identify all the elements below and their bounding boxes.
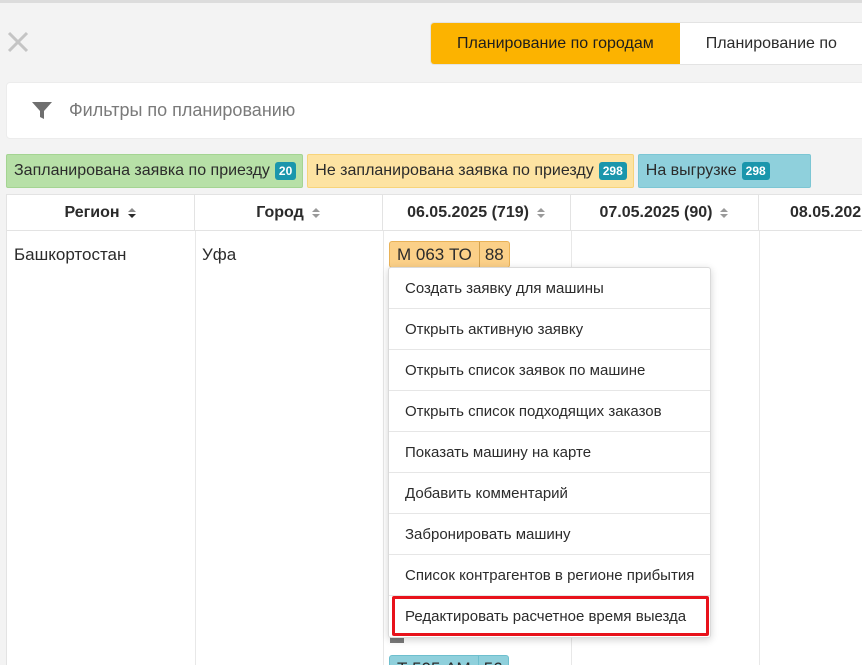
vehicle-tag[interactable]: Т 505 АМ 56 xyxy=(389,655,509,665)
city-cell: Уфа xyxy=(202,245,237,264)
legend-unloading-label: На выгрузке xyxy=(645,162,737,179)
filter-label: Фильтры по планированию xyxy=(69,100,296,120)
menu-item-contractors-list[interactable]: Список контрагентов в регионе прибытия xyxy=(389,555,710,596)
legend-unloading[interactable]: На выгрузке 298 xyxy=(637,154,811,188)
legend-not-planned-label: Не запланирована заявка по приезду xyxy=(315,162,594,179)
vehicle-plate: Т 505 АМ xyxy=(390,656,479,665)
menu-item-open-matching-orders[interactable]: Открыть список подходящих заказов xyxy=(389,391,710,432)
planning-tabs: Планирование по городам Планирование по xyxy=(430,22,862,65)
sort-icon[interactable] xyxy=(536,207,546,219)
menu-item-open-vehicle-requests[interactable]: Открыть список заявок по машине xyxy=(389,350,710,391)
status-legend: Запланирована заявка по приезду 20 Не за… xyxy=(6,154,811,188)
legend-not-planned-count: 298 xyxy=(598,162,627,180)
column-header-date-3[interactable]: 08.05.202 xyxy=(759,195,862,231)
column-header-date-2-label: 07.05.2025 (90) xyxy=(599,204,713,221)
column-divider xyxy=(759,231,760,665)
menu-item-add-comment[interactable]: Добавить комментарий xyxy=(389,473,710,514)
sort-icon[interactable] xyxy=(719,207,729,219)
vehicle-context-menu: Создать заявку для машины Открыть активн… xyxy=(388,267,711,638)
column-divider xyxy=(195,231,196,665)
legend-unloading-count: 298 xyxy=(741,162,770,180)
menu-item-show-on-map[interactable]: Показать машину на карте xyxy=(389,432,710,473)
column-header-region[interactable]: Регион xyxy=(7,195,195,231)
vehicle-number: 56 xyxy=(479,656,508,665)
legend-planned[interactable]: Запланирована заявка по приезду 20 xyxy=(6,154,304,188)
column-divider xyxy=(383,231,384,665)
column-header-city[interactable]: Город xyxy=(195,195,383,231)
column-header-date-1-label: 06.05.2025 (719) xyxy=(407,204,529,221)
top-border xyxy=(0,0,862,3)
legend-planned-label: Запланирована заявка по приезду xyxy=(14,162,270,179)
vehicle-number: 88 xyxy=(484,244,504,264)
region-cell: Башкортостан xyxy=(14,245,127,264)
column-header-region-label: Регион xyxy=(64,204,120,221)
filter-bar[interactable]: Фильтры по планированию xyxy=(6,82,862,139)
menu-item-edit-departure-time[interactable]: Редактировать расчетное время выезда xyxy=(389,596,710,637)
column-header-city-label: Город xyxy=(256,204,304,221)
vehicle-plate: М 063 ТО xyxy=(390,242,480,267)
menu-item-open-active-request[interactable]: Открыть активную заявку xyxy=(389,309,710,350)
vehicle-tag[interactable]: М 063 ТО 88 xyxy=(389,241,510,268)
filter-icon xyxy=(31,100,53,122)
sort-icon[interactable] xyxy=(311,207,321,219)
column-header-date-3-label: 08.05.202 xyxy=(790,204,862,221)
column-header-date-2[interactable]: 07.05.2025 (90) xyxy=(571,195,759,231)
legend-planned-count: 20 xyxy=(274,162,297,180)
menu-item-create-request[interactable]: Создать заявку для машины xyxy=(389,268,710,309)
sort-icon[interactable] xyxy=(127,207,137,219)
table-header: Регион Город 06.05.2025 (719) 07.05.2025… xyxy=(7,195,862,231)
menu-item-book-vehicle[interactable]: Забронировать машину xyxy=(389,514,710,555)
tab-other[interactable]: Планирование по xyxy=(680,23,862,64)
legend-not-planned[interactable]: Не запланирована заявка по приезду 298 xyxy=(307,154,634,188)
tab-cities[interactable]: Планирование по городам xyxy=(431,23,680,64)
column-header-date-1[interactable]: 06.05.2025 (719) xyxy=(383,195,571,231)
close-icon[interactable] xyxy=(6,30,30,54)
